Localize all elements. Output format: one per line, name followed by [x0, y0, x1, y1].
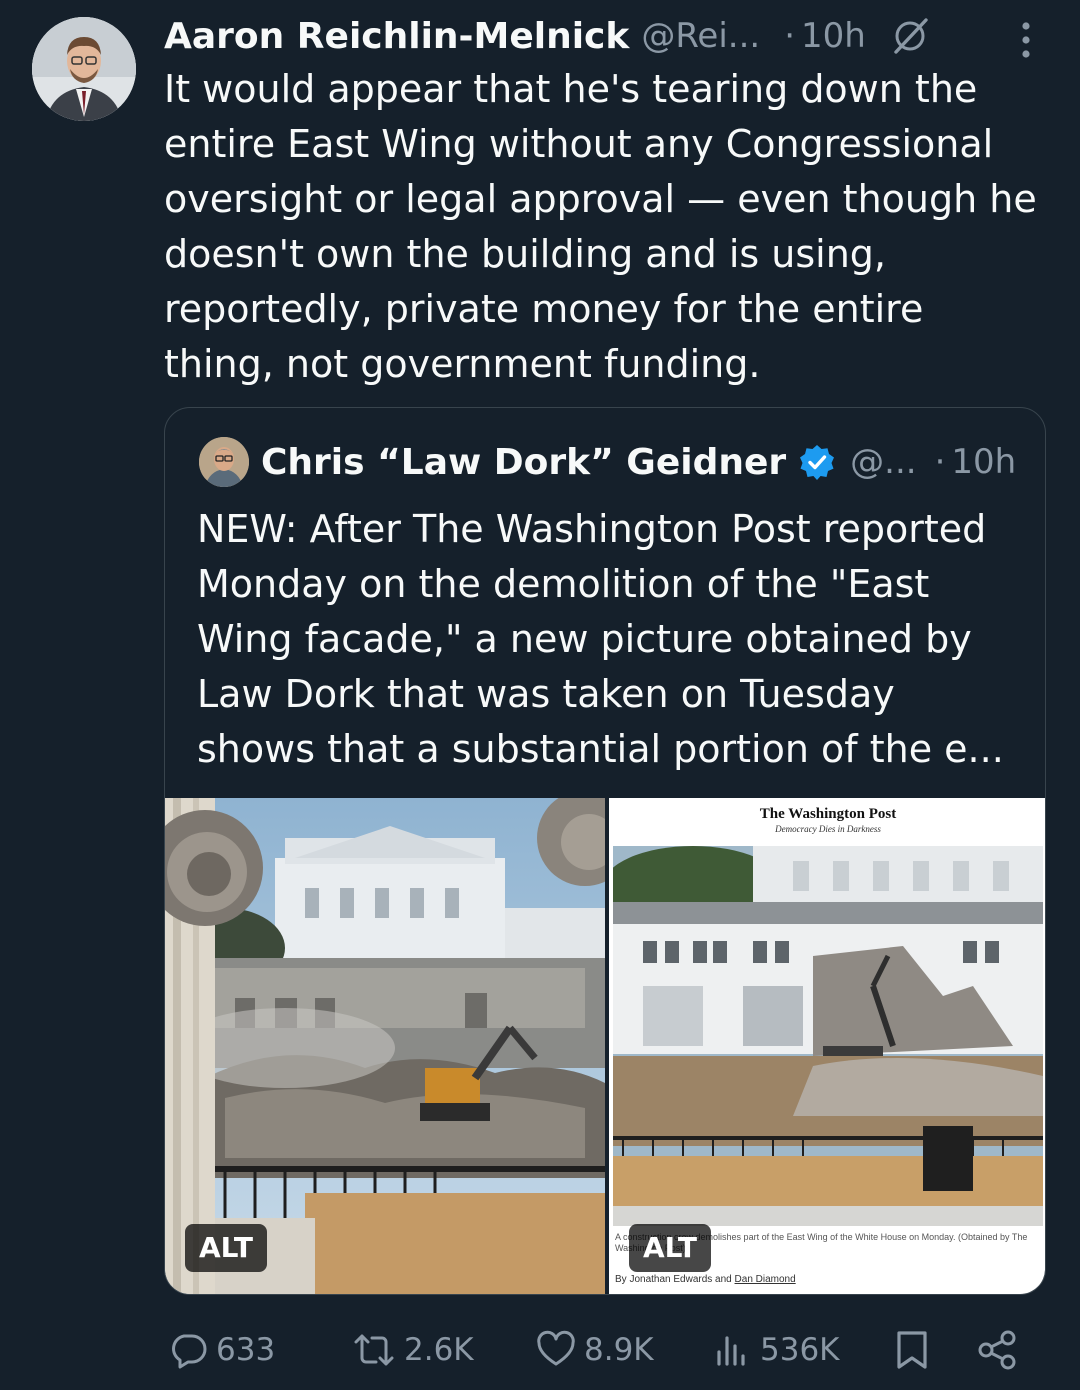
photo-washington-post[interactable]: The Washington Post Democracy Dies in Da…: [609, 798, 1045, 1294]
share-button[interactable]: [976, 1318, 1028, 1382]
wp-masthead: The Washington Post: [759, 806, 897, 822]
repost-count: 2.6K: [404, 1332, 474, 1368]
quoted-tweet-header: Chris “Law Dork” Geidner @... · 10h: [199, 436, 1039, 488]
media-grid: ALT The Washington Post Democracy Dies i…: [165, 798, 1045, 1294]
separator-dot: ·: [784, 16, 796, 56]
verified-badge-icon: [800, 445, 835, 480]
wp-byline-prefix: By Jonathan Edwards and: [615, 1274, 735, 1285]
repost-button[interactable]: 2.6K: [352, 1318, 474, 1382]
like-count: 8.9K: [584, 1332, 654, 1368]
more-icon[interactable]: [1014, 18, 1038, 62]
quoted-tweet[interactable]: Chris “Law Dork” Geidner @... · 10h NEW:…: [164, 407, 1046, 1295]
alt-badge[interactable]: ALT: [185, 1224, 267, 1272]
author-handle[interactable]: @Rei...: [641, 16, 760, 56]
author-name[interactable]: Aaron Reichlin-Melnick: [164, 16, 629, 57]
reply-button[interactable]: 633: [168, 1318, 275, 1382]
author-avatar[interactable]: [32, 17, 136, 121]
bookmark-icon: [897, 1331, 927, 1369]
separator-dot: ·: [934, 442, 946, 482]
quoted-tweet-text: NEW: After The Washington Post reported …: [197, 507, 1004, 771]
alt-badge[interactable]: ALT: [629, 1224, 711, 1272]
tweet-actions: 633 2.6K 8.9K 536K: [164, 1318, 1044, 1382]
wp-tagline: Democracy Dies in Darkness: [775, 824, 881, 834]
views-icon: [717, 1336, 745, 1366]
quoted-tweet-time[interactable]: 10h: [951, 442, 1016, 482]
wp-byline: By Jonathan Edwards and Dan Diamond: [615, 1274, 796, 1285]
tweet-time[interactable]: 10h: [801, 16, 866, 56]
quoted-author-name[interactable]: Chris “Law Dork” Geidner: [261, 442, 786, 483]
reply-count: 633: [216, 1332, 276, 1368]
bookmark-button[interactable]: [892, 1318, 940, 1382]
like-icon: [537, 1330, 575, 1366]
like-button[interactable]: 8.9K: [536, 1318, 654, 1382]
photo-demolition-left[interactable]: ALT: [165, 798, 605, 1294]
quoted-author-handle[interactable]: @...: [850, 442, 916, 482]
wp-byline-link[interactable]: Dan Diamond: [735, 1274, 796, 1285]
views-button[interactable]: 536K: [712, 1318, 840, 1382]
quoted-author-avatar[interactable]: [199, 437, 249, 487]
grok-icon[interactable]: [890, 16, 930, 56]
repost-icon: [354, 1334, 394, 1366]
tweet-text: It would appear that he's tearing down t…: [164, 67, 1037, 386]
tweet-header: Aaron Reichlin-Melnick @Rei... · 10h: [164, 8, 1054, 64]
reply-icon: [172, 1334, 207, 1369]
views-count: 536K: [760, 1332, 840, 1368]
share-icon: [978, 1330, 1016, 1370]
